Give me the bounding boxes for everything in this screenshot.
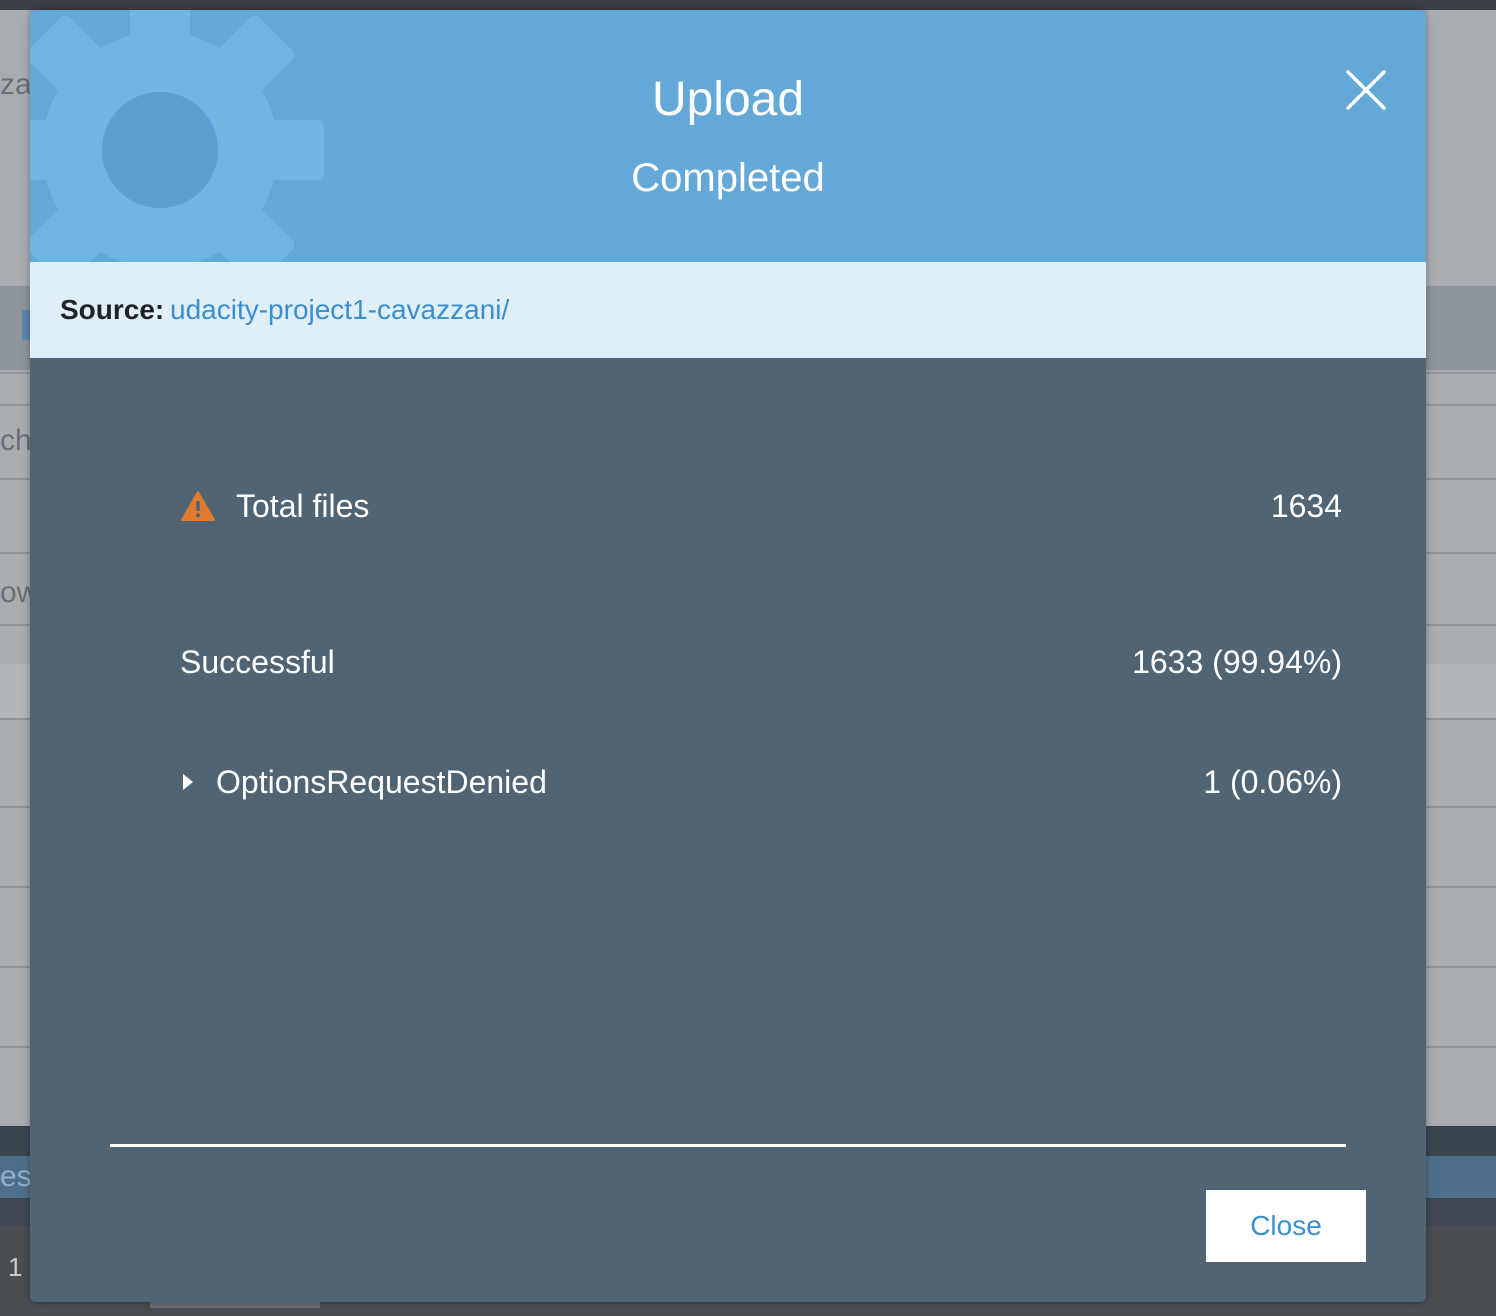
background-text-fragment: ch (0, 424, 32, 457)
background-top-bar (0, 0, 1496, 10)
total-files-row: Total files 1634 (180, 484, 1342, 534)
source-bucket-link[interactable]: udacity-project1-cavazzani/ (170, 292, 509, 328)
dialog-subtitle: Completed (631, 156, 825, 200)
options-request-denied-label[interactable]: OptionsRequestDenied (216, 760, 547, 804)
successful-value: 1633 (99.94%) (1132, 644, 1342, 680)
options-request-denied-row[interactable]: OptionsRequestDenied 1 (0.06%) (180, 760, 1342, 810)
total-files-value: 1634 (1270, 488, 1342, 524)
close-button[interactable]: Close (1206, 1190, 1366, 1262)
close-x-icon[interactable] (1342, 66, 1390, 114)
options-request-denied-value: 1 (0.06%) (1203, 764, 1342, 800)
gear-icon (30, 10, 324, 262)
source-bar: Source: udacity-project1-cavazzani/ (30, 262, 1426, 358)
background-text-fragment: es (0, 1160, 32, 1193)
total-files-label: Total files (236, 488, 370, 524)
successful-row: Successful 1633 (99.94%) (180, 640, 1342, 690)
background-text-fragment: za (0, 68, 32, 101)
caret-right-icon[interactable] (182, 772, 194, 792)
footer-divider (110, 1144, 1346, 1147)
upload-status-dialog: Upload Completed Source: udacity-project… (30, 10, 1426, 1302)
background-tab-accent (22, 310, 30, 340)
source-label: Source: (60, 294, 165, 325)
successful-label: Successful (180, 644, 335, 680)
dialog-title: Upload (651, 73, 805, 126)
background-text-fragment: 1 (8, 1252, 23, 1282)
warning-triangle-icon (181, 491, 215, 521)
dialog-header: Upload Completed (30, 10, 1426, 262)
